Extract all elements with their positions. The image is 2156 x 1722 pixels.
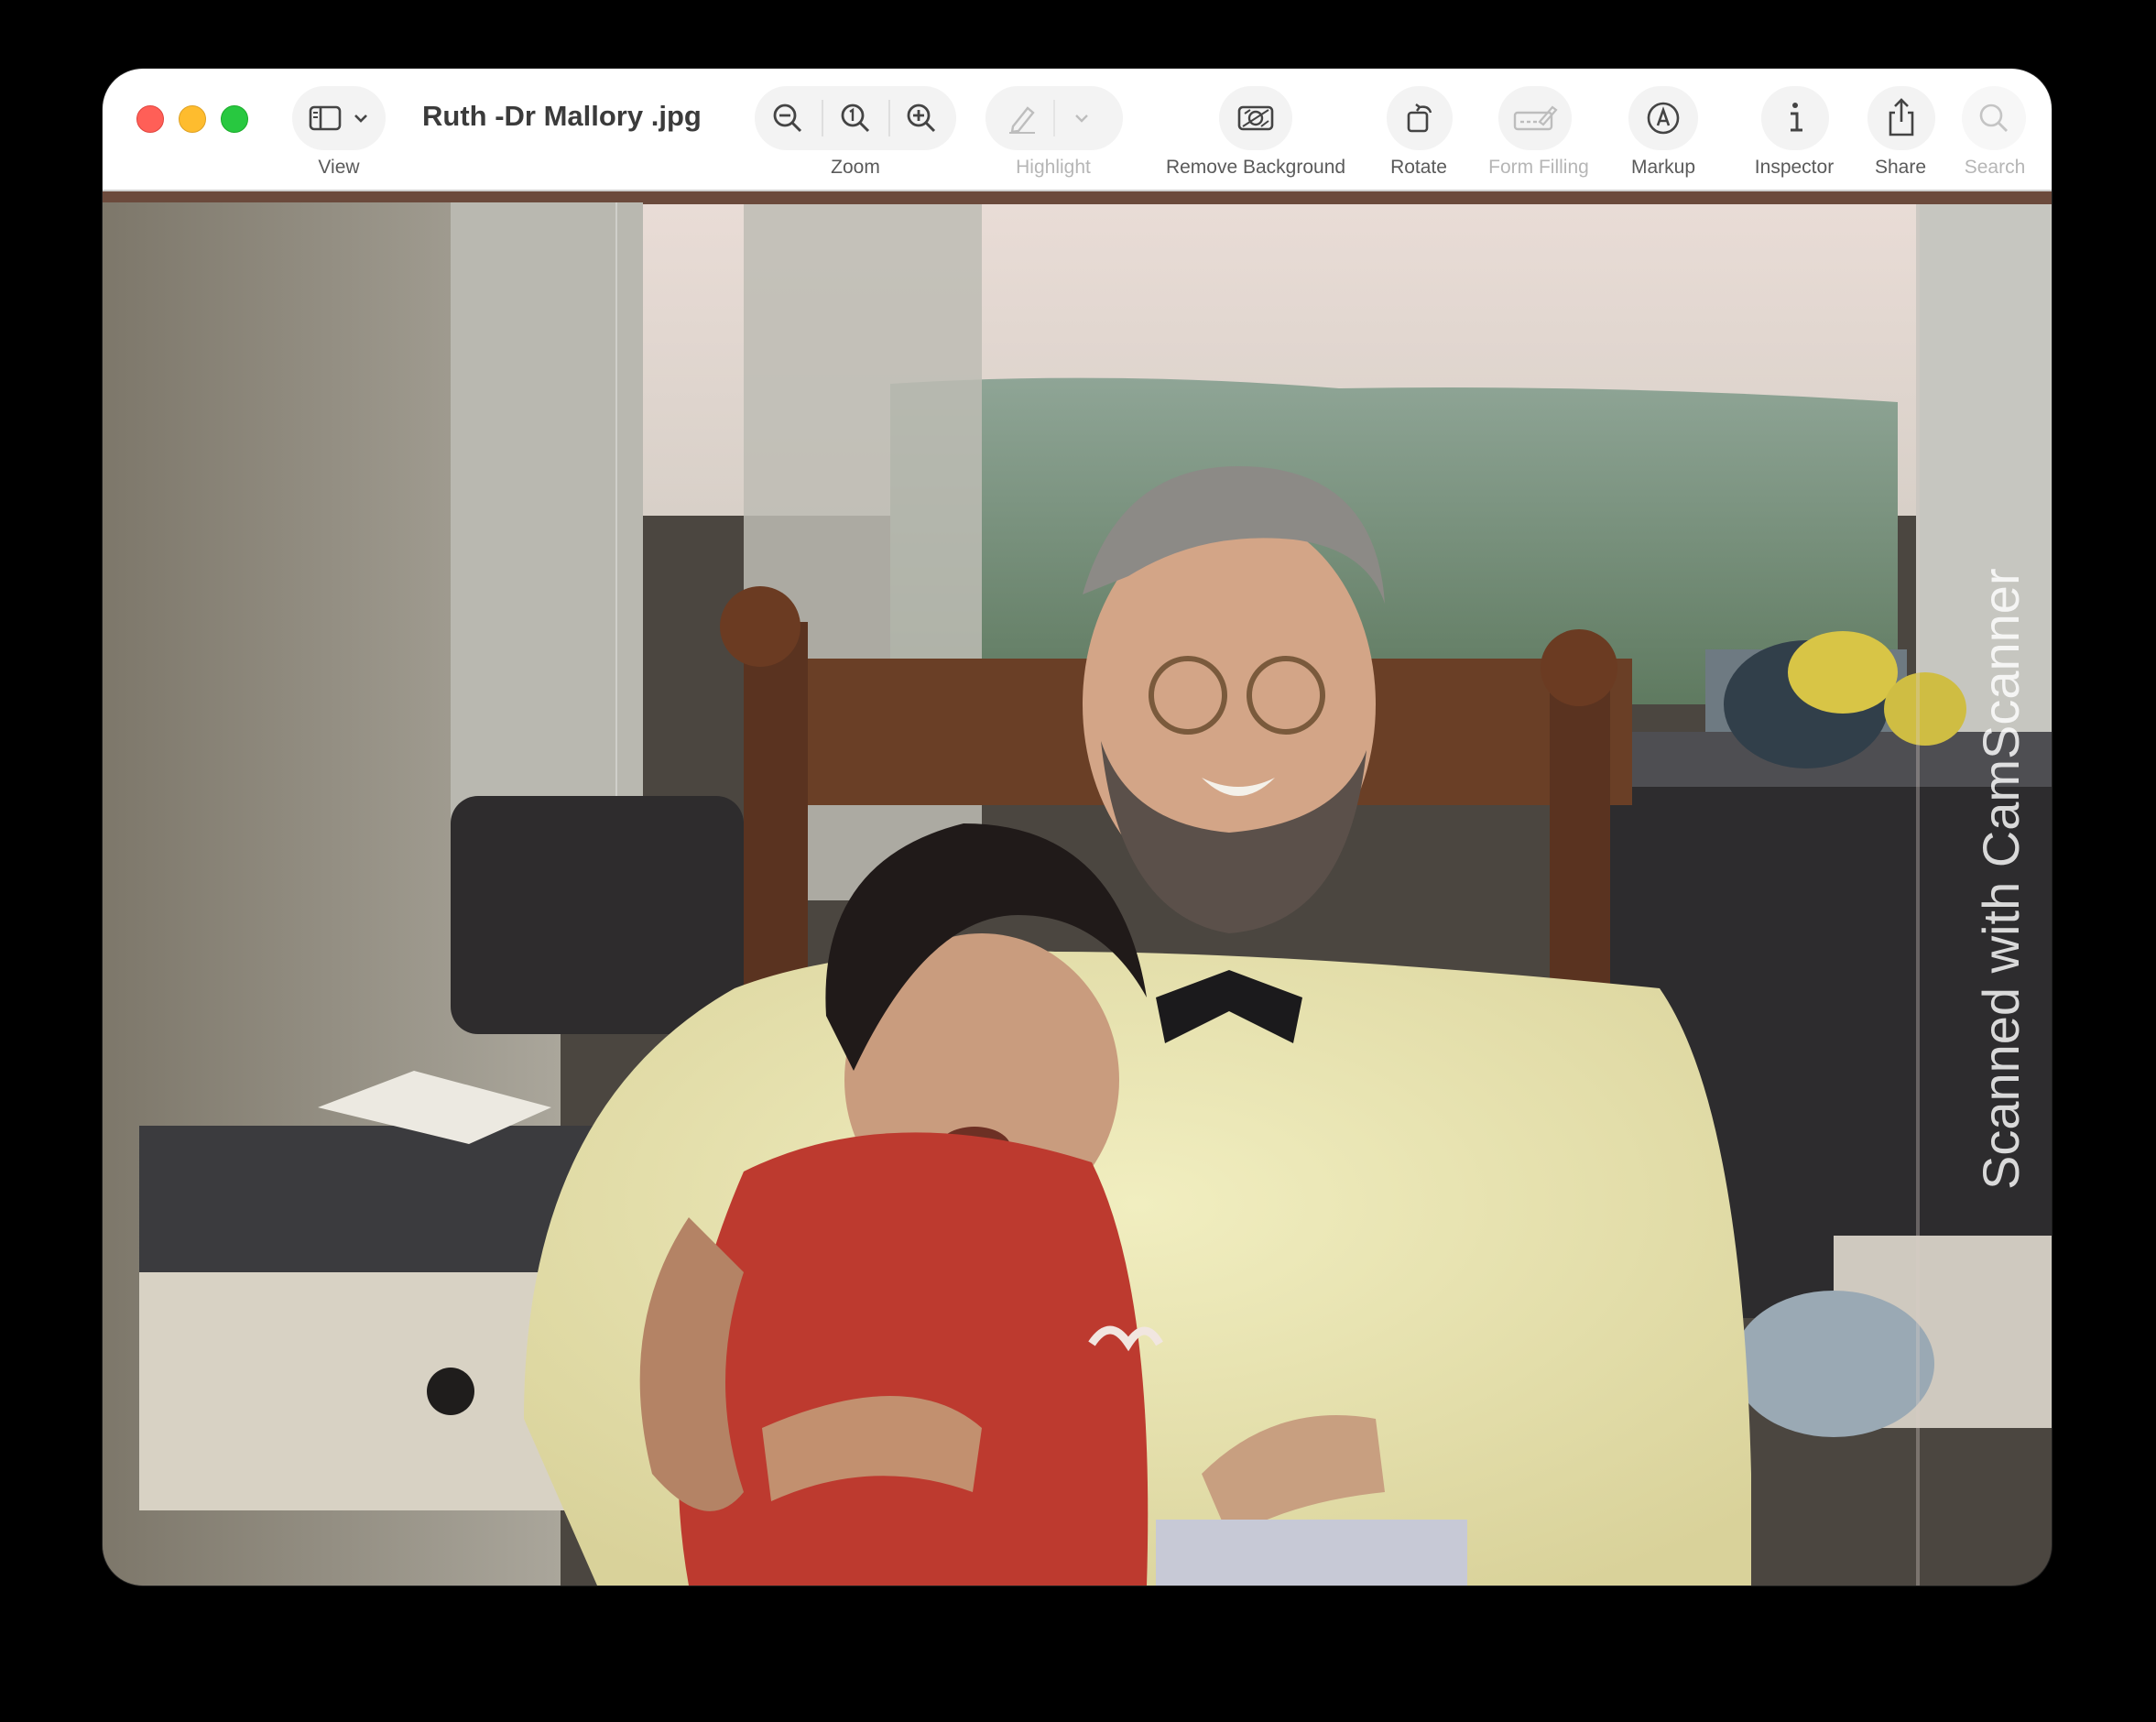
share-icon <box>1883 96 1920 138</box>
zoom-label: Zoom <box>831 157 880 178</box>
highlight-divider <box>1053 100 1055 136</box>
zoom-out-icon <box>773 104 802 133</box>
remove-background-icon <box>1236 102 1276 135</box>
window-title: Ruth -Dr Mallory .jpg <box>422 100 702 132</box>
rotate-label: Rotate <box>1390 157 1447 178</box>
camscanner-watermark: Scanned with CamScanner <box>1972 568 2030 1190</box>
share-button[interactable] <box>1867 86 1935 150</box>
rotate-icon <box>1401 100 1438 136</box>
view-menu-button[interactable] <box>292 86 386 150</box>
markup-button[interactable] <box>1628 86 1698 150</box>
zoom-out-button[interactable] <box>768 99 808 137</box>
search-icon <box>1976 101 2011 136</box>
preview-window: View Ruth -Dr Mallory .jpg Zoom Highligh… <box>103 69 2052 1586</box>
markup-icon <box>1645 100 1682 136</box>
chevron-down-icon <box>353 110 369 126</box>
zoom-in-icon <box>907 104 936 133</box>
form-filling-button[interactable] <box>1498 86 1572 150</box>
toolbar: View Ruth -Dr Mallory .jpg Zoom Highligh… <box>103 69 2052 191</box>
markup-label: Markup <box>1630 157 1696 178</box>
zoom-divider <box>822 100 823 136</box>
highlight-button[interactable] <box>985 86 1123 150</box>
maximize-button[interactable] <box>221 105 248 133</box>
zoom-in-button[interactable] <box>901 99 942 137</box>
sidebar-icon <box>309 104 342 132</box>
remove-background-button[interactable] <box>1219 86 1292 150</box>
actual-size-button[interactable] <box>835 99 876 137</box>
minimize-button[interactable] <box>179 105 206 133</box>
remove-background-label: Remove Background <box>1165 157 1346 178</box>
rotate-button[interactable] <box>1387 86 1453 150</box>
highlight-pen-icon <box>1004 101 1040 136</box>
info-icon <box>1777 99 1813 137</box>
form-filling-icon <box>1512 102 1558 135</box>
highlight-label: Highlight <box>1016 157 1091 178</box>
inspector-button[interactable] <box>1761 86 1829 150</box>
inspector-label: Inspector <box>1754 157 1835 178</box>
actual-size-icon <box>841 104 870 133</box>
zoom-divider <box>888 100 890 136</box>
zoom-group <box>755 86 956 150</box>
share-label: Share <box>1874 157 1927 178</box>
form-filling-label: Form Filling <box>1488 157 1589 178</box>
search-label: Search <box>1964 157 2026 178</box>
search-button[interactable] <box>1962 86 2026 150</box>
close-button[interactable] <box>136 105 164 133</box>
document-image: Scanned with CamScanner CS <box>103 191 2052 1586</box>
chevron-down-icon <box>1073 110 1090 126</box>
view-label: View <box>318 157 360 178</box>
